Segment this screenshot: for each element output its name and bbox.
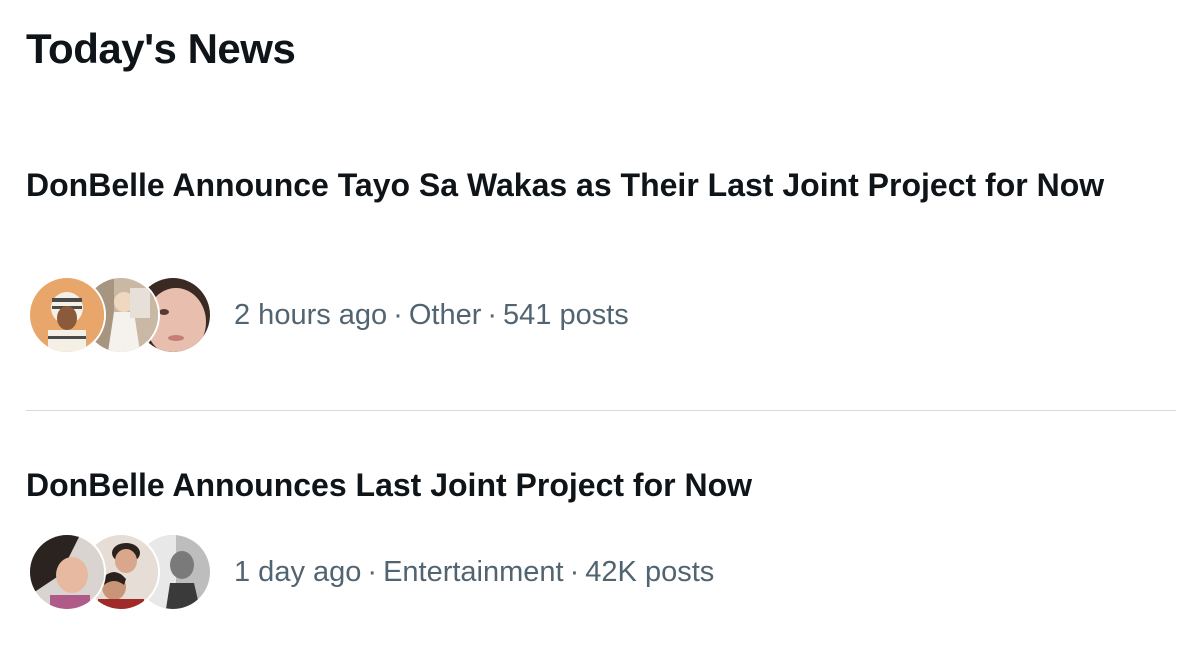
- todays-news-panel: Today's News DonBelle Announce Tayo Sa W…: [0, 0, 1200, 668]
- news-category: Other: [408, 299, 482, 331]
- news-headline[interactable]: DonBelle Announce Tayo Sa Wakas as Their…: [26, 164, 1136, 206]
- news-item[interactable]: DonBelle Announces Last Joint Project fo…: [0, 411, 1200, 668]
- meta-separator: ·: [569, 556, 580, 588]
- news-post-count: 42K posts: [585, 556, 715, 588]
- news-headline[interactable]: DonBelle Announces Last Joint Project fo…: [26, 464, 1136, 506]
- avatar: [28, 533, 106, 611]
- avatar-stack: [28, 276, 212, 354]
- avatar-stack: [28, 533, 212, 611]
- news-meta-row: 1 day ago · Entertainment · 42K posts: [28, 533, 714, 611]
- avatar: [28, 276, 106, 354]
- news-meta-row: 2 hours ago · Other · 541 posts: [28, 276, 629, 354]
- news-item[interactable]: DonBelle Announce Tayo Sa Wakas as Their…: [0, 0, 1200, 410]
- meta-separator: ·: [487, 299, 498, 331]
- news-time: 1 day ago: [234, 556, 362, 588]
- news-time: 2 hours ago: [234, 299, 388, 331]
- meta-separator: ·: [367, 556, 378, 588]
- news-post-count: 541 posts: [503, 299, 629, 331]
- news-meta: 1 day ago · Entertainment · 42K posts: [234, 554, 714, 590]
- news-meta: 2 hours ago · Other · 541 posts: [234, 297, 629, 333]
- meta-separator: ·: [393, 299, 403, 331]
- news-category: Entertainment: [383, 556, 564, 588]
